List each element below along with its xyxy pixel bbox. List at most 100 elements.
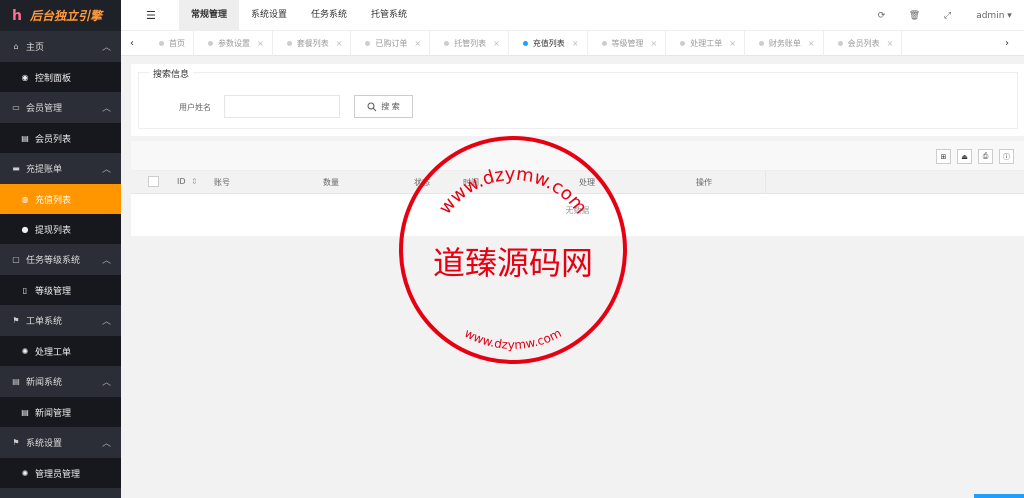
tab-7[interactable]: 处理工单 × bbox=[666, 31, 745, 56]
sidebar-item-12[interactable]: ▤ 新闻管理 bbox=[0, 397, 121, 427]
chevron-up-icon: ︿ bbox=[101, 439, 111, 449]
select-all-checkbox[interactable] bbox=[148, 176, 159, 187]
top-nav-item-1[interactable]: 系统设置 bbox=[239, 0, 299, 31]
tab-label: 会员列表 bbox=[847, 39, 880, 48]
list-icon: ▤ bbox=[21, 133, 29, 143]
sidebar-group-7[interactable]: ▢ 任务等级系统 ︿ bbox=[0, 244, 121, 275]
logo-mark-icon: h bbox=[12, 7, 22, 24]
tab-9[interactable]: 会员列表 × bbox=[824, 31, 903, 56]
sidebar-item-label: 新闻管理 bbox=[35, 408, 72, 419]
top-nav-item-2[interactable]: 任务系统 bbox=[299, 0, 359, 31]
top-nav-item-3[interactable]: 托管系统 bbox=[359, 0, 419, 31]
tab-close-icon[interactable]: × bbox=[729, 39, 736, 48]
tab-1[interactable]: 参数设置 × bbox=[194, 31, 273, 56]
watermark-seal: www.dzymw.com www.dzymw.com 道臻源码网 bbox=[399, 136, 627, 364]
top-nav-item-0[interactable]: 常规管理 bbox=[179, 0, 240, 31]
sidebar-item-14[interactable]: ✺ 管理员管理 bbox=[0, 458, 121, 488]
tab-6[interactable]: 等级管理 × bbox=[588, 31, 667, 56]
column-header-1: 账号 bbox=[214, 178, 230, 187]
tab-label: 等级管理 bbox=[611, 39, 644, 48]
sidebar-item-label: 会员列表 bbox=[35, 134, 72, 145]
tab-list: 首页 参数设置 × 套餐列表 × 已购订单 × 托管列表 × 充值列表 × 等级管理 × 处理工单 × 财务账… bbox=[145, 31, 903, 56]
sidebar-item-10[interactable]: ✺ 处理工单 bbox=[0, 336, 121, 366]
sidebar-item-5[interactable]: ◍ 充值列表 bbox=[0, 184, 121, 214]
column-divider bbox=[765, 171, 766, 194]
tab-close-icon[interactable]: × bbox=[414, 39, 421, 48]
tab-dot-icon bbox=[680, 41, 686, 46]
tab-dot-icon bbox=[286, 41, 292, 46]
tab-label: 托管列表 bbox=[454, 39, 487, 48]
sidebar-item-label: 提现列表 bbox=[35, 225, 72, 236]
fullscreen-icon[interactable]: ⤢ bbox=[931, 11, 964, 21]
sidebar-item-label: 等级管理 bbox=[35, 286, 72, 297]
column-header-0[interactable]: ID bbox=[177, 177, 186, 186]
logo-text: 后台独立引擎 bbox=[30, 9, 103, 23]
sidebar-item-label: 系统设置 bbox=[26, 439, 63, 449]
tab-label: 充值列表 bbox=[532, 39, 565, 48]
logo[interactable]: h 后台独立引擎 bbox=[0, 0, 121, 31]
tab-label: 处理工单 bbox=[690, 39, 723, 48]
trash-icon[interactable]: 🗑 bbox=[898, 11, 931, 21]
tab-scroll-left-icon[interactable]: ‹ bbox=[121, 31, 143, 56]
menu-toggle-icon[interactable]: ☰ bbox=[146, 9, 156, 22]
sidebar-item-label: 任务等级系统 bbox=[26, 256, 81, 266]
info-icon[interactable]: ⓘ bbox=[999, 149, 1014, 164]
window-icon: ▭ bbox=[12, 103, 20, 112]
tab-dot-icon bbox=[444, 41, 450, 46]
tab-scroll-right-icon[interactable]: › bbox=[996, 31, 1018, 56]
tab-close-icon[interactable]: × bbox=[651, 39, 658, 48]
sidebar-group-4[interactable]: ▬ 充提账单 ︿ bbox=[0, 153, 121, 184]
sidebar-item-3[interactable]: ▤ 会员列表 bbox=[0, 123, 121, 153]
print-icon[interactable]: ⎙ bbox=[978, 149, 993, 164]
tab-label: 参数设置 bbox=[218, 39, 250, 48]
sidebar-menu: ⌂ 主页 ︿ ◉ 控制面板 ▭ 会员管理 ︿ ▤ 会员列表 ▬ 充提账单 ︿ ◍ 充值列表 ● 提现列表 ▢ 任务等… bbox=[0, 31, 121, 498]
sidebar-group-9[interactable]: ⚑ 工单系统 ︿ bbox=[0, 305, 121, 336]
tab-dot-icon bbox=[522, 41, 528, 46]
chevron-up-icon: ︿ bbox=[101, 165, 111, 175]
tab-dot-icon bbox=[365, 41, 371, 46]
columns-icon[interactable]: ⊞ bbox=[936, 149, 951, 164]
tab-3[interactable]: 已购订单 × bbox=[351, 31, 431, 56]
sidebar-item-8[interactable]: ▯ 等级管理 bbox=[0, 275, 121, 305]
tab-bar: ‹ 首页 参数设置 × 套餐列表 × 已购订单 × 托管列表 × 充值列表 × 等级管理 × 处理工单 × 财… bbox=[121, 31, 1024, 56]
top-nav: 常规管理 系统设置 任务系统 托管系统 bbox=[179, 0, 419, 31]
tab-close-icon[interactable]: × bbox=[493, 39, 500, 48]
tab-close-icon[interactable]: × bbox=[808, 39, 815, 48]
header-tools: ⟳ 🗑 ⤢ admin ▾ bbox=[865, 0, 1024, 31]
tab-label: 套餐列表 bbox=[296, 39, 329, 48]
tab-5[interactable]: 充值列表 × bbox=[509, 31, 588, 56]
export-icon[interactable]: ⏏ bbox=[957, 149, 972, 164]
column-header-6: 操作 bbox=[696, 178, 712, 187]
sidebar-item-label: 工单系统 bbox=[26, 317, 63, 327]
tab-close-icon[interactable]: × bbox=[336, 39, 343, 48]
tab-2[interactable]: 套餐列表 × bbox=[273, 31, 352, 56]
username-input[interactable] bbox=[224, 95, 340, 118]
tab-4[interactable]: 托管列表 × bbox=[430, 31, 509, 56]
sidebar-group-13[interactable]: ⚑ 系统设置 ︿ bbox=[0, 427, 121, 458]
tab-close-icon[interactable]: × bbox=[887, 39, 894, 48]
tab-close-icon[interactable]: × bbox=[572, 39, 579, 48]
sort-icon[interactable]: ⇕ bbox=[191, 177, 198, 186]
list-icon: ▤ bbox=[21, 407, 29, 417]
tab-8[interactable]: 财务账单 × bbox=[745, 31, 824, 56]
sidebar-group-0[interactable]: ⌂ 主页 ︿ bbox=[0, 31, 121, 62]
search-legend: 搜索信息 bbox=[149, 67, 194, 80]
tab-close-icon[interactable]: × bbox=[257, 39, 264, 48]
dashboard-icon: ◉ bbox=[21, 72, 29, 82]
sidebar-group-11[interactable]: ▤ 新闻系统 ︿ bbox=[0, 366, 121, 397]
sidebar-group-2[interactable]: ▭ 会员管理 ︿ bbox=[0, 92, 121, 123]
search-icon bbox=[367, 102, 377, 111]
sidebar-item-6[interactable]: ● 提现列表 bbox=[0, 214, 121, 244]
tab-0[interactable]: 首页 bbox=[145, 31, 194, 56]
tab-label: 财务账单 bbox=[768, 39, 801, 48]
sidebar-item-label: 充提账单 bbox=[26, 165, 63, 175]
sidebar-item-label: 新闻系统 bbox=[26, 378, 63, 388]
user-menu[interactable]: admin ▾ bbox=[964, 11, 1024, 21]
sidebar-group-15[interactable]: ▥财务账单︿ bbox=[0, 488, 121, 498]
refresh-icon[interactable]: ⟳ bbox=[865, 11, 898, 21]
flag-icon: ⚑ bbox=[12, 316, 20, 325]
tab-label: 已购订单 bbox=[375, 39, 408, 48]
sidebar-item-1[interactable]: ◉ 控制面板 bbox=[0, 62, 121, 92]
search-button[interactable]: 搜 索 bbox=[354, 95, 413, 118]
watermark-ring-top: www.dzymw.com bbox=[435, 164, 591, 219]
